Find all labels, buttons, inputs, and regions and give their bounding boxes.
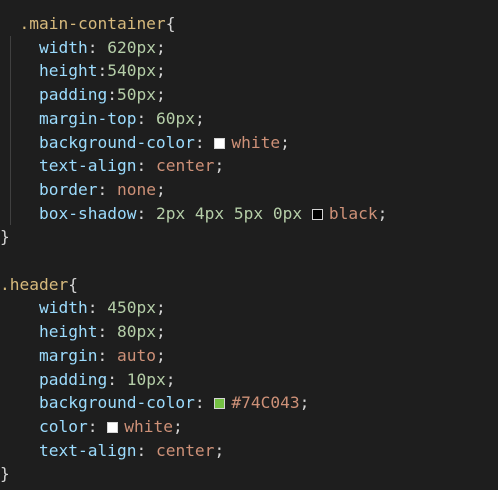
semicolon: ;: [155, 61, 166, 81]
code-editor[interactable]: .main-container{ width: 620px; height:54…: [0, 0, 498, 490]
colon: :: [194, 132, 215, 152]
keyword-value: white: [124, 416, 173, 436]
css-property: background-color: [0, 132, 195, 152]
colon: :: [136, 203, 156, 223]
keyword-value: center: [155, 440, 215, 460]
brace: }: [0, 227, 10, 247]
code-line[interactable]: width: 450px;: [0, 296, 166, 320]
semicolon: ;: [155, 85, 166, 105]
numeric-value: 2px 4px 5px 0px: [155, 203, 312, 223]
css-property: color: [0, 416, 88, 436]
css-property: margin-top: [0, 108, 137, 128]
colon: :: [107, 85, 117, 105]
semicolon: ;: [155, 322, 166, 342]
code-line[interactable]: padding:50px;: [0, 83, 166, 107]
code-line[interactable]: border: none;: [0, 178, 166, 202]
css-property: text-align: [0, 440, 137, 460]
css-property: width: [0, 298, 88, 318]
colon: :: [87, 416, 108, 436]
semicolon: ;: [155, 37, 166, 57]
numeric-value: 620px: [107, 37, 156, 57]
semicolon: ;: [214, 440, 225, 460]
semicolon: ;: [377, 203, 388, 223]
code-line[interactable]: box-shadow: 2px 4px 5px 0px black;: [0, 202, 387, 226]
semicolon: ;: [194, 108, 205, 128]
css-property: width: [0, 37, 88, 57]
code-line[interactable]: background-color: #74C043;: [0, 391, 309, 415]
code-line[interactable]: height:540px;: [0, 59, 166, 83]
colon: :: [136, 440, 156, 460]
semicolon: ;: [280, 132, 290, 152]
semicolon: ;: [299, 393, 310, 413]
colon: :: [97, 322, 117, 342]
color-swatch[interactable]: [107, 421, 119, 433]
colon: :: [107, 369, 127, 389]
semicolon: ;: [165, 369, 176, 389]
css-property: background-color: [0, 393, 195, 413]
colon: :: [97, 345, 117, 365]
css-property: text-align: [0, 156, 137, 176]
colon: :: [87, 298, 108, 318]
colon: :: [194, 393, 215, 413]
keyword-value: #74C043: [231, 393, 300, 413]
keyword-value: center: [155, 156, 215, 176]
numeric-value: 540px: [107, 61, 156, 81]
brace: {: [165, 14, 176, 33]
colon: :: [97, 179, 117, 199]
colon: :: [97, 61, 108, 81]
code-line[interactable]: .header{: [0, 273, 78, 297]
numeric-value: 50px: [116, 85, 156, 105]
code-line[interactable]: padding: 10px;: [0, 368, 175, 392]
color-swatch[interactable]: [214, 398, 226, 410]
css-property: border: [0, 179, 98, 199]
code-line[interactable]: margin: auto;: [0, 344, 166, 368]
semicolon: ;: [214, 156, 225, 176]
code-line[interactable]: background-color: white;: [0, 131, 290, 155]
colon: :: [136, 108, 156, 128]
keyword-value: auto: [116, 345, 156, 365]
semicolon: ;: [172, 416, 183, 436]
css-property: height: [0, 322, 98, 342]
code-line[interactable]: width: 620px;: [0, 36, 166, 60]
numeric-value: 60px: [155, 108, 195, 128]
code-line[interactable]: }: [0, 225, 10, 249]
css-property: padding: [0, 85, 108, 105]
css-property: height: [0, 61, 98, 81]
code-line[interactable]: }: [0, 462, 10, 486]
code-line[interactable]: text-align: center;: [0, 154, 224, 178]
css-property: padding: [0, 369, 108, 389]
code-line[interactable]: text-align: center;: [0, 439, 224, 463]
css-selector: .header: [0, 274, 69, 294]
code-line[interactable]: .main-container{: [0, 12, 175, 36]
code-line[interactable]: margin-top: 60px;: [0, 107, 205, 131]
colon: :: [87, 37, 108, 57]
keyword-value: none: [116, 179, 156, 199]
numeric-value: 450px: [107, 298, 156, 318]
semicolon: ;: [155, 345, 166, 365]
numeric-value: 80px: [116, 322, 156, 342]
code-line[interactable]: color: white;: [0, 415, 183, 439]
keyword-value: white: [231, 132, 281, 152]
semicolon: ;: [155, 298, 166, 318]
color-swatch[interactable]: [311, 208, 323, 220]
css-property: margin: [0, 345, 98, 365]
code-line[interactable]: height: 80px;: [0, 320, 166, 344]
brace: {: [68, 274, 78, 294]
colon: :: [136, 156, 156, 176]
semicolon: ;: [155, 179, 166, 199]
color-swatch[interactable]: [214, 137, 226, 149]
numeric-value: 10px: [126, 369, 166, 389]
keyword-value: black: [328, 203, 378, 223]
brace: }: [0, 464, 10, 484]
css-property: box-shadow: [0, 203, 137, 223]
css-selector: .main-container: [0, 14, 166, 33]
